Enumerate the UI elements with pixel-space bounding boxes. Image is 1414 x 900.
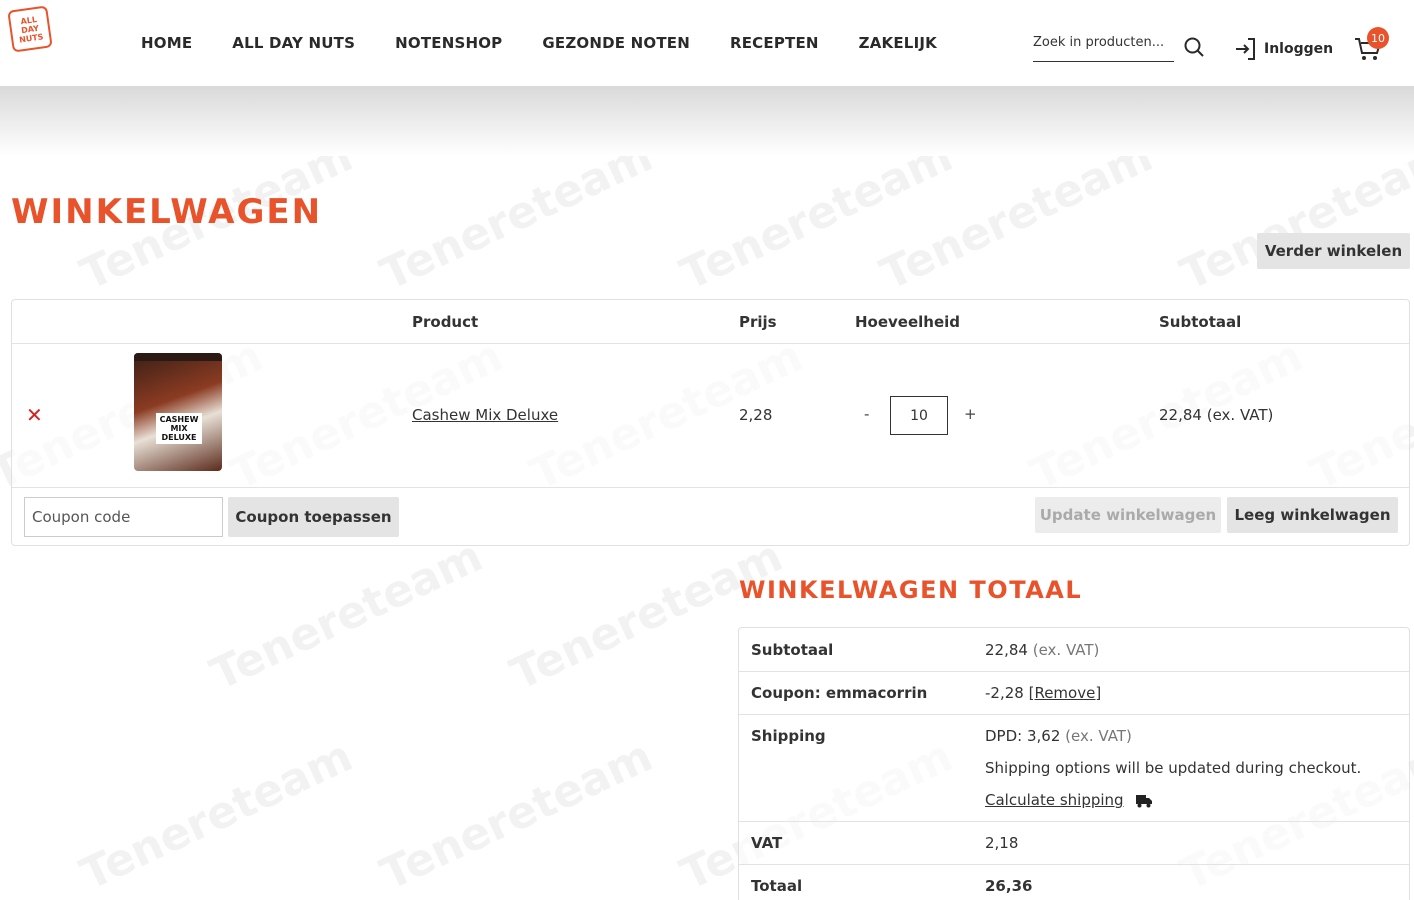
cart-table: Product Prijs Hoeveelheid Subtotaal ✕ CA… — [11, 299, 1410, 546]
watermark-text: Tenereteam — [372, 730, 661, 900]
coupon-amount: -2,28 — [985, 684, 1024, 702]
divider — [739, 864, 1409, 865]
divider — [739, 714, 1409, 715]
column-header-subtotal: Subtotaal — [1159, 313, 1242, 331]
coupon-label: Coupon: emmacorrin — [751, 684, 928, 702]
vat-value: 2,18 — [985, 834, 1019, 852]
divider — [739, 671, 1409, 672]
subtotal-label: Subtotaal — [751, 641, 834, 659]
brand-logo[interactable]: ALL DAY NUTS — [7, 5, 53, 53]
total-label: Totaal — [751, 877, 803, 895]
quantity-increment-button[interactable]: + — [964, 405, 977, 423]
login-icon — [1236, 38, 1255, 60]
total-value: 26,36 — [985, 877, 1033, 895]
cart-totals-table: Subtotaal 22,84 (ex. VAT) Coupon: emmaco… — [738, 627, 1410, 900]
cart-count-badge: 10 — [1367, 27, 1389, 49]
apply-coupon-button[interactable]: Coupon toepassen — [228, 497, 399, 537]
update-cart-button[interactable]: Update winkelwagen — [1035, 497, 1221, 533]
thumbnail-label: CASHEW MIX DELUXE — [156, 413, 202, 444]
product-subtotal-value: 22,84 — [1159, 406, 1202, 424]
coupon-code-input[interactable]: Coupon code — [24, 497, 223, 537]
shipping-method: DPD: 3,62 (ex. VAT) — [985, 727, 1132, 745]
coupon-value: -2,28 [Remove] — [985, 684, 1101, 702]
truck-icon — [1136, 794, 1153, 807]
divider — [12, 343, 1409, 344]
product-thumbnail[interactable]: CASHEW MIX DELUXE — [134, 353, 222, 471]
subtotal-value: 22,84 (ex. VAT) — [985, 641, 1099, 659]
nav-item-recepten[interactable]: RECEPTEN — [730, 34, 819, 52]
remove-item-icon[interactable]: ✕ — [26, 403, 43, 427]
product-price: 2,28 — [739, 406, 773, 424]
subtotal-suffix: (ex. VAT) — [1032, 641, 1100, 659]
vat-label: VAT — [751, 834, 783, 852]
product-name[interactable]: Cashew Mix Deluxe — [412, 406, 558, 424]
page-title: WINKELWAGEN — [11, 192, 323, 232]
calculate-shipping[interactable]: Calculate shipping — [985, 791, 1153, 809]
remove-coupon-link[interactable]: [Remove] — [1029, 684, 1102, 702]
header-shadow — [0, 86, 1414, 156]
divider — [12, 487, 1409, 488]
calculate-shipping-link[interactable]: Calculate shipping — [985, 791, 1124, 809]
product-subtotal-suffix: (ex. VAT) — [1206, 406, 1274, 424]
nav-item-notenshop[interactable]: NOTENSHOP — [395, 34, 502, 52]
column-header-product: Product — [412, 313, 479, 331]
nav-item-home[interactable]: HOME — [141, 34, 192, 52]
logo-line: NUTS — [18, 31, 44, 45]
quantity-input[interactable]: 10 — [890, 396, 948, 435]
login-link[interactable]: Inloggen — [1234, 37, 1333, 61]
continue-shopping-button[interactable]: Verder winkelen — [1257, 233, 1410, 269]
search-input[interactable]: Zoek in producten... — [1033, 33, 1174, 62]
watermark-text: Tenereteam — [202, 530, 491, 701]
shipping-method-value: DPD: 3,62 — [985, 727, 1061, 745]
shipping-note: Shipping options will be updated during … — [985, 759, 1362, 777]
main-nav: HOME ALL DAY NUTS NOTENSHOP GEZONDE NOTE… — [141, 34, 977, 52]
subtotal-amount: 22,84 — [985, 641, 1028, 659]
search-icon[interactable] — [1184, 37, 1204, 57]
cart-totals-title: WINKELWAGEN TOTAAL — [739, 576, 1083, 604]
quantity-decrement-button[interactable]: - — [864, 405, 869, 423]
shipping-label: Shipping — [751, 727, 826, 745]
divider — [739, 821, 1409, 822]
shipping-suffix: (ex. VAT) — [1065, 727, 1132, 745]
nav-item-zakelijk[interactable]: ZAKELIJK — [859, 34, 937, 52]
watermark-text: Tenereteam — [72, 730, 361, 900]
login-label: Inloggen — [1264, 41, 1334, 57]
product-name-link[interactable]: Cashew Mix Deluxe — [412, 406, 558, 424]
nav-item-gezonde-noten[interactable]: GEZONDE NOTEN — [542, 34, 690, 52]
thumbnail-top-band — [134, 353, 222, 361]
column-header-quantity: Hoeveelheid — [855, 313, 961, 331]
site-header: ALL DAY NUTS HOME ALL DAY NUTS NOTENSHOP… — [0, 0, 1414, 86]
column-header-price: Prijs — [739, 313, 777, 331]
empty-cart-button[interactable]: Leeg winkelwagen — [1227, 497, 1398, 533]
nav-item-all-day-nuts[interactable]: ALL DAY NUTS — [232, 34, 355, 52]
product-subtotal: 22,84 (ex. VAT) — [1159, 406, 1273, 424]
